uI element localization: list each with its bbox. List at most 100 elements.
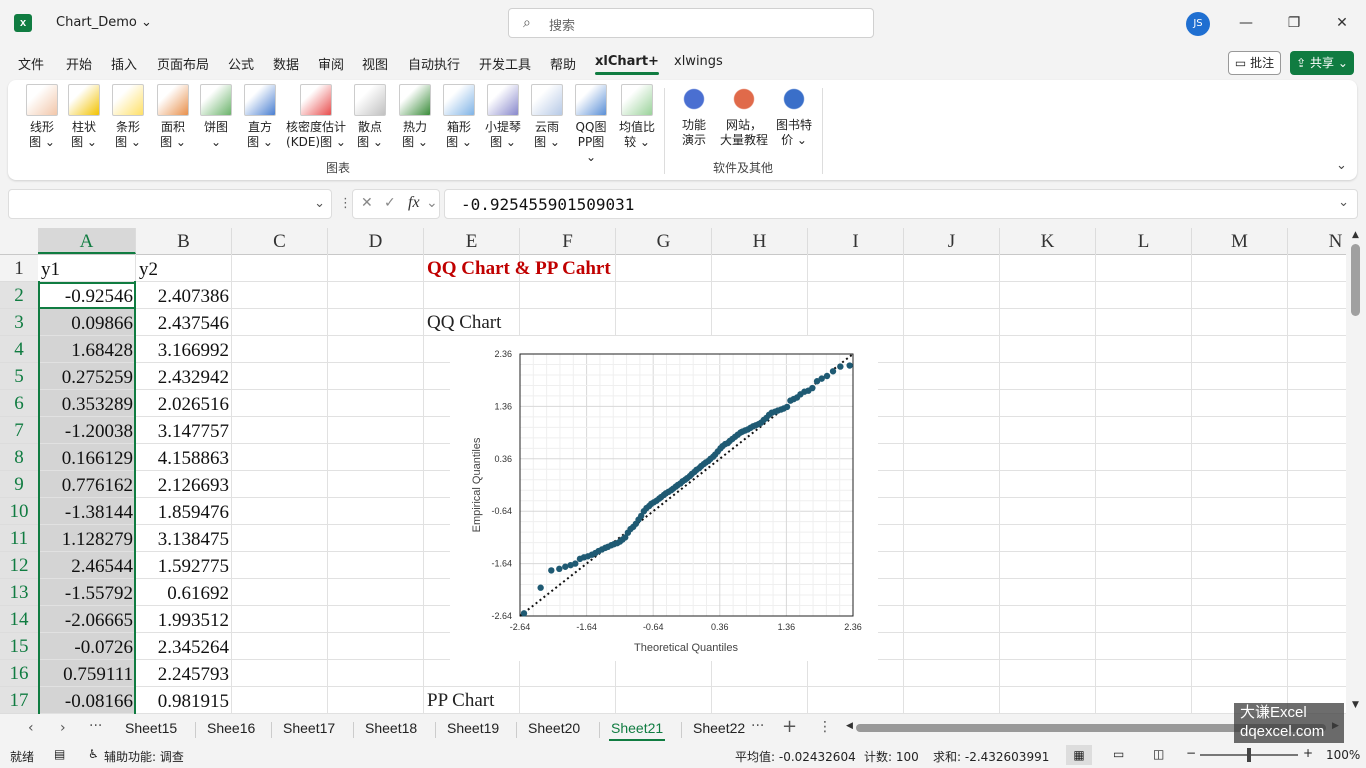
- row-header[interactable]: 16: [0, 660, 38, 687]
- share-button[interactable]: ⇪ 共享 ⌄: [1290, 51, 1354, 75]
- next-sheet-icon[interactable]: ›: [60, 720, 66, 736]
- cell-y2[interactable]: 0.61692: [136, 579, 232, 606]
- add-sheet-icon[interactable]: +: [782, 716, 797, 737]
- menu-item[interactable]: xlwings: [674, 54, 723, 69]
- sheet-title[interactable]: QQ Chart & PP Cahrt: [427, 258, 611, 280]
- row-header[interactable]: 14: [0, 606, 38, 633]
- zoom-level[interactable]: 100%: [1326, 748, 1360, 762]
- pp-chart-label[interactable]: PP Chart: [427, 690, 494, 712]
- cell-y2[interactable]: 3.138475: [136, 525, 232, 552]
- page-break-icon[interactable]: ◫: [1153, 747, 1164, 761]
- cell-y1[interactable]: 0.166129: [38, 444, 136, 471]
- menu-item[interactable]: 视图: [362, 54, 388, 73]
- row-header[interactable]: 1: [0, 255, 38, 282]
- ribbon-chart-button[interactable]: 小提琴图 ⌄: [483, 84, 523, 150]
- cancel-icon[interactable]: ✕: [361, 195, 373, 211]
- cell-header-y2[interactable]: y2: [136, 255, 232, 282]
- ribbon-chart-button[interactable]: 云雨图 ⌄: [527, 84, 567, 150]
- menu-item[interactable]: 公式: [228, 54, 254, 73]
- ribbon-chart-button[interactable]: 线形图 ⌄: [22, 84, 62, 150]
- sheet-tab[interactable]: Sheet17: [283, 720, 335, 736]
- cell-y1[interactable]: -1.38144: [38, 498, 136, 525]
- cell-y2[interactable]: 2.407386: [136, 282, 232, 309]
- cell-y2[interactable]: 2.432942: [136, 363, 232, 390]
- column-header[interactable]: G: [616, 228, 712, 254]
- cell-y2[interactable]: 0.981915: [136, 687, 232, 714]
- status-sum[interactable]: 求和: -2.432603991: [933, 748, 1049, 765]
- cell-y2[interactable]: 2.345264: [136, 633, 232, 660]
- more-icon[interactable]: ⋮: [339, 196, 352, 211]
- ribbon-other-button[interactable]: 网站， 大量教程: [716, 84, 772, 148]
- ribbon-chart-button[interactable]: 柱状图 ⌄: [64, 84, 104, 150]
- accessibility-status[interactable]: 辅助功能: 调查: [104, 748, 184, 765]
- ribbon-chart-button[interactable]: 均值比较 ⌄: [615, 84, 659, 150]
- column-header[interactable]: K: [1000, 228, 1096, 254]
- cell-y1[interactable]: 1.128279: [38, 525, 136, 552]
- collapse-ribbon-icon[interactable]: ⌄: [1336, 158, 1347, 173]
- sheet-tab[interactable]: Shee16: [207, 720, 255, 736]
- column-header[interactable]: M: [1192, 228, 1288, 254]
- column-header[interactable]: B: [136, 228, 232, 254]
- menu-item[interactable]: 插入: [111, 54, 137, 73]
- cell-y2[interactable]: 3.166992: [136, 336, 232, 363]
- cell-y1[interactable]: 2.46544: [38, 552, 136, 579]
- more-icon[interactable]: ⋮: [818, 719, 832, 735]
- row-header[interactable]: 4: [0, 336, 38, 363]
- expand-formula-icon[interactable]: ⌄: [1338, 195, 1349, 210]
- cell-y1[interactable]: 0.275259: [38, 363, 136, 390]
- row-header[interactable]: 6: [0, 390, 38, 417]
- column-header[interactable]: H: [712, 228, 808, 254]
- qq-chart-label[interactable]: QQ Chart: [427, 312, 501, 334]
- restore-icon[interactable]: ❐: [1279, 10, 1309, 36]
- sheet-tab[interactable]: Sheet21: [608, 720, 666, 741]
- cell-y2[interactable]: 1.993512: [136, 606, 232, 633]
- cell-y1[interactable]: -0.08166: [38, 687, 136, 714]
- sheet-tab[interactable]: Sheet18: [365, 720, 417, 736]
- ribbon-chart-button[interactable]: 散点图 ⌄: [350, 84, 390, 150]
- column-header[interactable]: A: [38, 228, 136, 254]
- cell-y2[interactable]: 2.437546: [136, 309, 232, 336]
- cell-y1[interactable]: 1.68428: [38, 336, 136, 363]
- row-header[interactable]: 3: [0, 309, 38, 336]
- cell-y1[interactable]: 0.09866: [38, 309, 136, 336]
- scroll-down-icon[interactable]: ▼: [1352, 700, 1359, 710]
- cell-y1[interactable]: -1.20038: [38, 417, 136, 444]
- sheet-tab[interactable]: Sheet15: [125, 720, 177, 736]
- enter-icon[interactable]: ✓: [384, 195, 396, 211]
- column-header[interactable]: C: [232, 228, 328, 254]
- row-header[interactable]: 11: [0, 525, 38, 552]
- search-input[interactable]: ⌕ 搜索: [508, 8, 874, 38]
- qq-chart[interactable]: -2.64 -1.64 -0.64 0.36 1.36 2.36 -2.64 -1.64 -0…: [450, 336, 878, 661]
- vertical-scroll-thumb[interactable]: [1351, 244, 1360, 316]
- column-header[interactable]: I: [808, 228, 904, 254]
- comment-button[interactable]: ▭ 批注: [1228, 51, 1281, 75]
- document-title[interactable]: Chart_Demo ⌄: [56, 15, 152, 30]
- cell-y1[interactable]: 0.776162: [38, 471, 136, 498]
- more-sheets-icon[interactable]: ···: [89, 718, 102, 734]
- cell-y2[interactable]: 1.592775: [136, 552, 232, 579]
- menu-item[interactable]: 页面布局: [157, 54, 209, 73]
- menu-item[interactable]: xlChart+: [595, 54, 659, 75]
- ribbon-other-button[interactable]: 图书特价 ⌄: [772, 84, 816, 148]
- menu-item[interactable]: 自动执行: [408, 54, 460, 73]
- cell-y2[interactable]: 2.126693: [136, 471, 232, 498]
- row-header[interactable]: 10: [0, 498, 38, 525]
- cell-y1[interactable]: -1.55792: [38, 579, 136, 606]
- menu-item[interactable]: 文件: [18, 54, 44, 73]
- more-sheets-icon[interactable]: ···: [751, 718, 764, 734]
- macro-icon[interactable]: ▤: [54, 747, 65, 761]
- sheet-tab[interactable]: Sheet22: [693, 720, 745, 736]
- column-header[interactable]: E: [424, 228, 520, 254]
- sheet-tab[interactable]: Sheet20: [528, 720, 580, 736]
- row-header[interactable]: 5: [0, 363, 38, 390]
- normal-view-icon[interactable]: ▦: [1066, 745, 1092, 765]
- status-average[interactable]: 平均值: -0.02432604: [735, 748, 856, 765]
- column-header[interactable]: J: [904, 228, 1000, 254]
- cell-y2[interactable]: 3.147757: [136, 417, 232, 444]
- row-header[interactable]: 8: [0, 444, 38, 471]
- prev-sheet-icon[interactable]: ‹: [28, 720, 34, 736]
- scroll-up-icon[interactable]: ▲: [1352, 230, 1359, 240]
- close-icon[interactable]: ✕: [1327, 10, 1357, 36]
- menu-item[interactable]: 开始: [66, 54, 92, 73]
- cell-y1[interactable]: -0.0726: [38, 633, 136, 660]
